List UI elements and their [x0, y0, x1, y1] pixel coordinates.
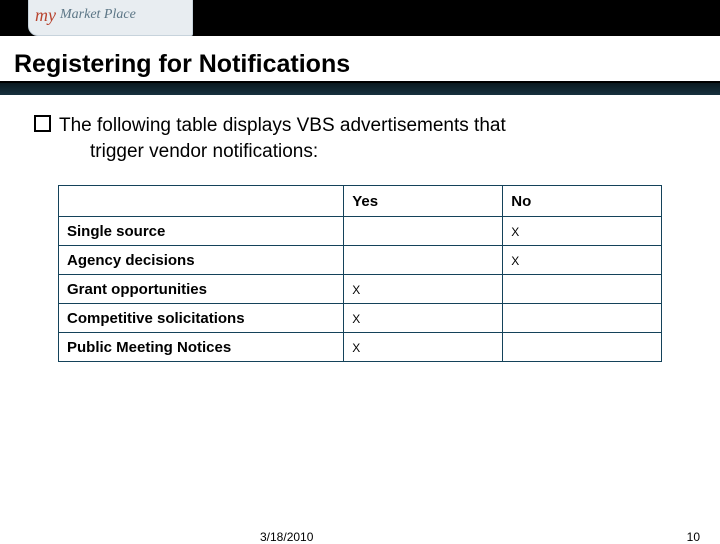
table-row: Grant opportunities X: [59, 275, 662, 304]
body-line1: The following table displays VBS adverti…: [59, 115, 506, 136]
cell-yes: X: [352, 312, 360, 326]
top-bar: my Market Place: [0, 0, 720, 36]
table-header-row: Yes No: [59, 186, 662, 217]
logo-text-my: my: [35, 5, 56, 26]
cell-no: X: [511, 225, 519, 239]
table-row: Public Meeting Notices X: [59, 333, 662, 362]
notifications-table: Yes No Single source X Agency decisions …: [58, 185, 662, 362]
cell-yes: X: [352, 341, 360, 355]
table-row: Single source X: [59, 217, 662, 246]
footer-date: 3/18/2010: [260, 530, 313, 544]
square-bullet-icon: [34, 115, 51, 132]
footer-page-number: 10: [687, 530, 700, 544]
table-row: Competitive solicitations X: [59, 304, 662, 333]
cell-yes: X: [352, 283, 360, 297]
row-label: Grant opportunities: [59, 275, 344, 304]
cell-no: X: [511, 254, 519, 268]
body-text: The following table displays VBS adverti…: [0, 95, 720, 165]
header-no: No: [503, 186, 662, 217]
header-yes: Yes: [344, 186, 503, 217]
row-label: Single source: [59, 217, 344, 246]
row-label: Agency decisions: [59, 246, 344, 275]
logo-text-market-place: Market Place: [60, 7, 136, 23]
slide-title: Registering for Notifications: [0, 50, 720, 83]
table-row: Agency decisions X: [59, 246, 662, 275]
body-line2: trigger vendor notifications:: [90, 141, 318, 162]
row-label: Competitive solicitations: [59, 304, 344, 333]
row-label: Public Meeting Notices: [59, 333, 344, 362]
slide-title-block: Registering for Notifications: [0, 50, 720, 95]
brand-logo: my Market Place: [28, 0, 193, 36]
title-accent-band: [0, 83, 720, 95]
header-label: [59, 186, 344, 217]
